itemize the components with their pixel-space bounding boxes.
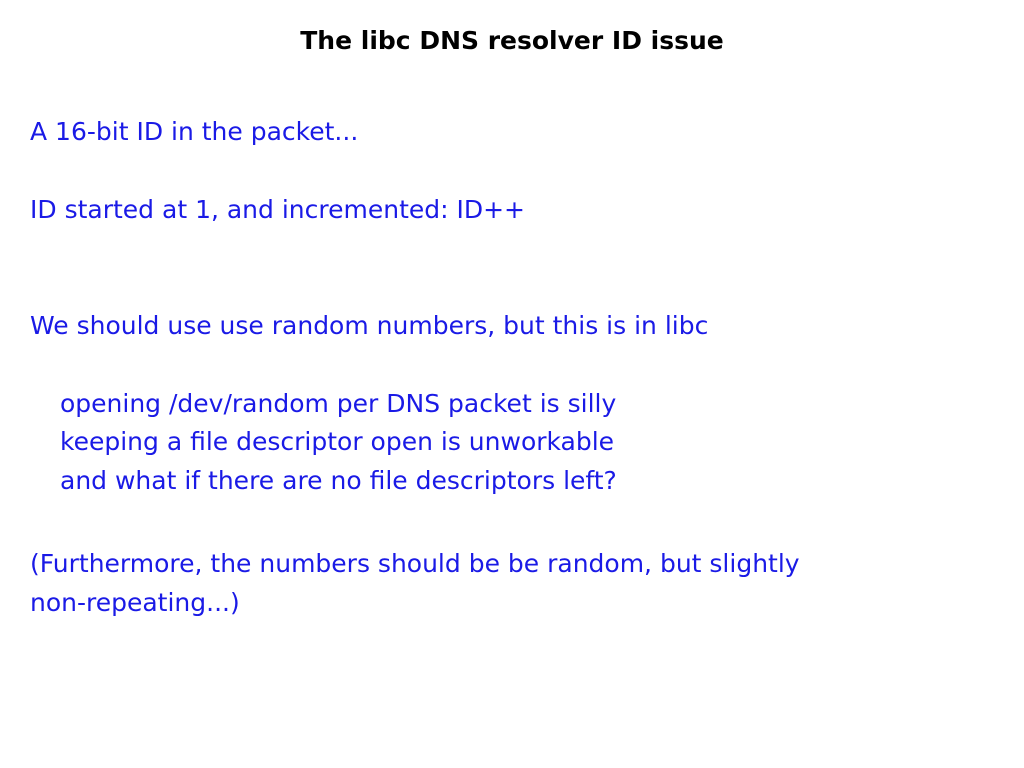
slide: The libc DNS resolver ID issue A 16-bit … — [0, 0, 1024, 768]
bullet-file-descriptor: keeping a file descriptor open is unwork… — [60, 427, 615, 456]
slide-title: The libc DNS resolver ID issue — [300, 26, 724, 55]
text-line-non-repeating: non-repeating...) — [30, 588, 240, 617]
text-line-id-started: ID started at 1, and incremented: ID++ — [30, 195, 526, 224]
text-line-random-numbers: We should use use random numbers, but th… — [30, 311, 709, 340]
text-line-16bit-id: A 16-bit ID in the packet... — [30, 117, 359, 146]
text-line-furthermore: (Furthermore, the numbers should be be r… — [30, 549, 800, 578]
bullet-no-descriptors: and what if there are no file descriptor… — [60, 466, 617, 495]
bullet-dev-random: opening /dev/random per DNS packet is si… — [60, 389, 617, 418]
